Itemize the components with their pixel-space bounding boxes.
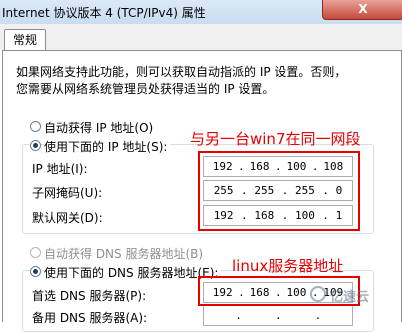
title-bar: Internet 协议版本 4 (TCP/IPv4) 属性 X — [0, 0, 402, 25]
auto-dns-radio[interactable] — [30, 247, 41, 258]
subnet-mask-label: 子网掩码(U): — [32, 186, 103, 200]
auto-ip-radio[interactable] — [30, 121, 41, 132]
description-line-1: 如果网络支持此功能，则可以获取自动指派的 IP 设置。否则， — [16, 65, 347, 79]
manual-dns-radio[interactable] — [30, 266, 41, 277]
alternate-dns-field[interactable]: . . . — [203, 305, 353, 326]
dns-annotation: linux服务器地址 — [232, 257, 344, 275]
default-gateway-label: 默认网关(D): — [32, 211, 103, 225]
watermark: 亿速云 — [310, 284, 402, 306]
watermark-text: 亿速云 — [330, 290, 370, 305]
close-button[interactable]: X — [322, 0, 402, 20]
ip-address-label: IP 地址(I): — [32, 162, 88, 176]
description-text: 如果网络支持此功能，则可以获取自动指派的 IP 设置。否则， 您需要从网络系统管… — [16, 64, 386, 98]
manual-ip-radio[interactable] — [30, 140, 41, 151]
watermark-logo-icon — [310, 286, 326, 302]
preferred-dns-label: 首选 DNS 服务器(P): — [32, 289, 147, 303]
auto-dns-label[interactable]: 自动获得 DNS 服务器地址(B) — [44, 245, 203, 262]
ip-annotation: 与另一台win7在同一网段 — [190, 130, 361, 148]
auto-ip-label[interactable]: 自动获得 IP 地址(O) — [44, 119, 153, 136]
manual-ip-label[interactable]: 使用下面的 IP 地址(S): — [44, 138, 171, 155]
manual-dns-label[interactable]: 使用下面的 DNS 服务器地址(E): — [44, 264, 222, 281]
alternate-dns-label: 备用 DNS 服务器(A): — [32, 311, 148, 325]
ip-highlight-frame — [198, 151, 360, 231]
window-title: Internet 协议版本 4 (TCP/IPv4) 属性 — [2, 6, 206, 20]
description-line-2: 您需要从网络系统管理员处获得适当的 IP 设置。 — [16, 82, 275, 96]
tab-general[interactable]: 常规 — [4, 29, 46, 52]
tab-strip: 常规 — [0, 24, 402, 52]
